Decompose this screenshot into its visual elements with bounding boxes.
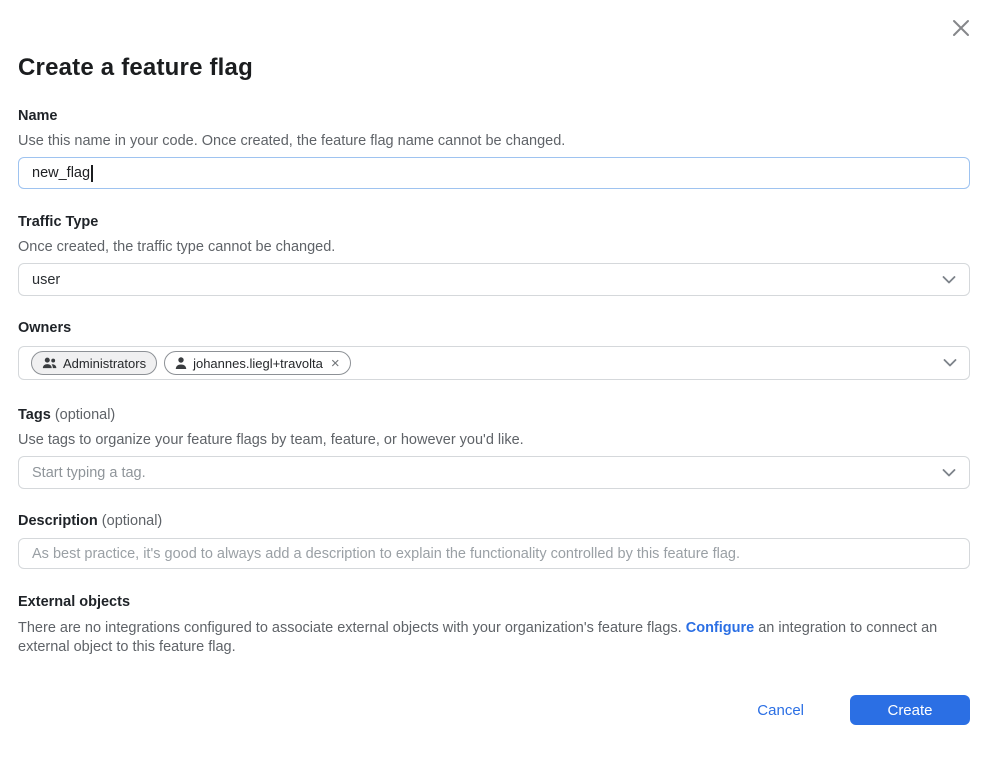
name-input[interactable]: new_flag	[18, 157, 970, 189]
cancel-button[interactable]: Cancel	[757, 702, 804, 719]
external-objects-label: External objects	[18, 594, 970, 610]
owners-select[interactable]: Administrators johannes.liegl+travolta ×	[18, 346, 970, 380]
close-icon	[950, 17, 972, 39]
configure-link[interactable]: Configure	[686, 620, 754, 636]
owners-section: Owners Administrators	[18, 320, 970, 380]
tags-label-text: Tags	[18, 407, 51, 423]
group-icon	[42, 357, 57, 369]
external-objects-text-before: There are no integrations configured to …	[18, 620, 686, 636]
traffic-type-select[interactable]: user	[18, 263, 970, 296]
description-label-text: Description	[18, 513, 98, 529]
owner-chip-label: johannes.liegl+travolta	[193, 356, 323, 371]
traffic-type-description: Once created, the traffic type cannot be…	[18, 239, 970, 255]
external-objects-text: There are no integrations configured to …	[18, 619, 970, 656]
page-title: Create a feature flag	[18, 54, 970, 82]
external-objects-section: External objects There are no integratio…	[18, 594, 970, 656]
dialog-footer: Cancel Create	[18, 695, 970, 725]
owner-chip-label: Administrators	[63, 356, 146, 371]
description-input[interactable]	[18, 538, 970, 569]
name-label: Name	[18, 108, 970, 124]
name-section: Name Use this name in your code. Once cr…	[18, 108, 970, 189]
person-icon	[175, 357, 187, 369]
owner-chip-administrators[interactable]: Administrators	[31, 351, 157, 375]
tags-description: Use tags to organize your feature flags …	[18, 432, 970, 448]
tags-placeholder: Start typing a tag.	[32, 465, 146, 481]
name-input-value: new_flag	[32, 165, 90, 181]
traffic-type-label: Traffic Type	[18, 214, 970, 230]
description-label: Description (optional)	[18, 513, 970, 529]
chevron-down-icon	[943, 359, 957, 367]
remove-owner-icon[interactable]: ×	[331, 356, 340, 371]
close-button[interactable]	[948, 15, 974, 41]
tags-select[interactable]: Start typing a tag.	[18, 456, 970, 489]
traffic-type-value: user	[32, 272, 60, 288]
owners-label: Owners	[18, 320, 970, 336]
owner-chip-user[interactable]: johannes.liegl+travolta ×	[164, 351, 351, 375]
create-feature-flag-dialog: Create a feature flag Name Use this name…	[0, 0, 988, 725]
tags-label: Tags (optional)	[18, 407, 970, 423]
name-description: Use this name in your code. Once created…	[18, 133, 970, 149]
tags-section: Tags (optional) Use tags to organize you…	[18, 407, 970, 489]
create-button[interactable]: Create	[850, 695, 970, 725]
description-section: Description (optional)	[18, 513, 970, 569]
tags-optional-text: (optional)	[55, 407, 115, 423]
traffic-type-section: Traffic Type Once created, the traffic t…	[18, 214, 970, 296]
chevron-down-icon	[942, 469, 956, 477]
description-optional-text: (optional)	[102, 513, 162, 529]
chevron-down-icon	[942, 276, 956, 284]
text-caret	[91, 165, 93, 182]
